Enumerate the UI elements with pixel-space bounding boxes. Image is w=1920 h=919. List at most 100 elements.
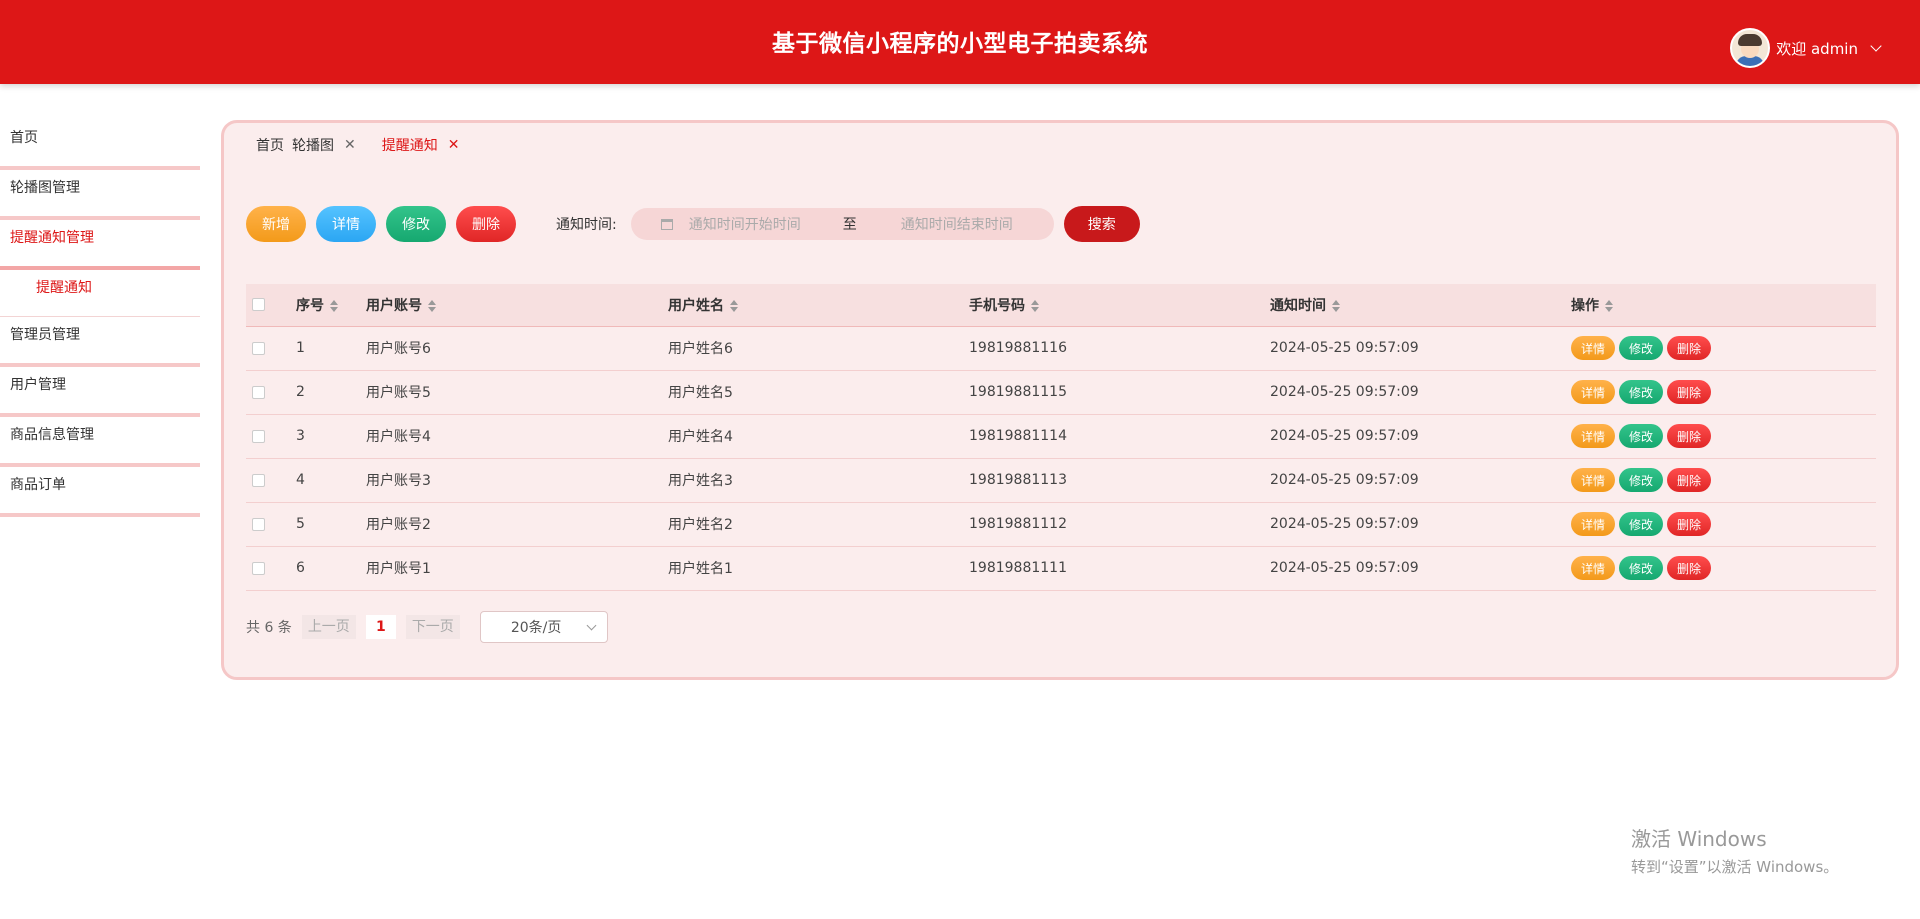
row-delete-button[interactable]: 删除 bbox=[1667, 380, 1711, 404]
cell-account: 用户账号1 bbox=[366, 546, 668, 591]
row-delete-button[interactable]: 删除 bbox=[1667, 556, 1711, 580]
cell-seq: 5 bbox=[296, 502, 366, 547]
detail-button[interactable]: 详情 bbox=[316, 206, 376, 242]
sort-icon[interactable] bbox=[330, 299, 338, 312]
welcome-text[interactable]: 欢迎 admin bbox=[1776, 38, 1858, 59]
cell-time: 2024-05-25 09:57:09 bbox=[1270, 502, 1571, 547]
row-edit-button[interactable]: 修改 bbox=[1619, 512, 1663, 536]
close-icon[interactable]: ✕ bbox=[448, 137, 460, 153]
row-checkbox[interactable] bbox=[252, 385, 265, 399]
cell-ops: 详情 修改 删除 bbox=[1571, 546, 1876, 591]
table-header-row: 序号 用户账号 用户姓名 手机号码 通知时间 操作 bbox=[246, 284, 1876, 327]
col-name[interactable]: 用户姓名 bbox=[668, 284, 969, 327]
table-row: 3 用户账号4 用户姓名4 19819881114 2024-05-25 09:… bbox=[246, 414, 1876, 459]
col-ops[interactable]: 操作 bbox=[1571, 284, 1876, 327]
chevron-down-icon[interactable] bbox=[1870, 40, 1882, 52]
page-number[interactable]: 1 bbox=[365, 615, 396, 639]
row-checkbox[interactable] bbox=[252, 517, 265, 531]
row-edit-button[interactable]: 修改 bbox=[1619, 380, 1663, 404]
start-date-input[interactable]: 通知时间开始时间 bbox=[689, 214, 801, 234]
row-delete-button[interactable]: 删除 bbox=[1667, 424, 1711, 448]
data-table: 序号 用户账号 用户姓名 手机号码 通知时间 操作 1 用户账号6 用户姓名6 … bbox=[246, 284, 1876, 591]
calendar-icon bbox=[660, 218, 673, 230]
table-row: 6 用户账号1 用户姓名1 19819881111 2024-05-25 09:… bbox=[246, 546, 1876, 591]
row-edit-button[interactable]: 修改 bbox=[1619, 556, 1663, 580]
cell-seq: 2 bbox=[296, 370, 366, 415]
tab-carousel[interactable]: 轮播图 ✕ bbox=[292, 135, 356, 155]
sort-icon[interactable] bbox=[1031, 299, 1039, 312]
next-page-button[interactable]: 下一页 bbox=[405, 615, 460, 639]
cell-time: 2024-05-25 09:57:09 bbox=[1270, 370, 1571, 415]
cell-phone: 19819881115 bbox=[969, 370, 1270, 415]
cell-seq: 3 bbox=[296, 414, 366, 459]
search-button[interactable]: 搜索 bbox=[1063, 206, 1140, 242]
cell-account: 用户账号4 bbox=[366, 414, 668, 459]
cell-name: 用户姓名4 bbox=[668, 414, 969, 459]
row-checkbox[interactable] bbox=[252, 341, 265, 355]
tab-home[interactable]: 首页 bbox=[256, 135, 284, 155]
row-delete-button[interactable]: 删除 bbox=[1667, 468, 1711, 492]
sort-icon[interactable] bbox=[730, 299, 738, 312]
delete-button[interactable]: 删除 bbox=[456, 206, 516, 242]
sidebar-item-notification[interactable]: 提醒通知管理 bbox=[0, 220, 200, 270]
row-detail-button[interactable]: 详情 bbox=[1571, 424, 1615, 448]
cell-name: 用户姓名2 bbox=[668, 502, 969, 547]
tab-notification[interactable]: 提醒通知 ✕ bbox=[382, 135, 460, 155]
row-checkbox[interactable] bbox=[252, 429, 265, 443]
sidebar-item-users[interactable]: 用户管理 bbox=[0, 367, 200, 417]
avatar[interactable] bbox=[1730, 28, 1771, 68]
sidebar-item-orders[interactable]: 商品订单 bbox=[0, 467, 200, 517]
row-detail-button[interactable]: 详情 bbox=[1571, 556, 1615, 580]
cell-name: 用户姓名5 bbox=[668, 370, 969, 415]
page-size-select[interactable]: 20条/页 bbox=[479, 611, 608, 643]
row-detail-button[interactable]: 详情 bbox=[1571, 380, 1615, 404]
col-account[interactable]: 用户账号 bbox=[366, 284, 668, 327]
row-delete-button[interactable]: 删除 bbox=[1667, 512, 1711, 536]
sidebar-item-goods[interactable]: 商品信息管理 bbox=[0, 417, 200, 467]
sidebar-subitem-notification[interactable]: 提醒通知 bbox=[0, 270, 200, 317]
sidebar-item-carousel[interactable]: 轮播图管理 bbox=[0, 170, 200, 220]
sidebar-item-admin[interactable]: 管理员管理 bbox=[0, 317, 200, 367]
end-date-input[interactable]: 通知时间结束时间 bbox=[901, 214, 1013, 234]
add-button[interactable]: 新增 bbox=[246, 206, 306, 242]
table-row: 4 用户账号3 用户姓名3 19819881113 2024-05-25 09:… bbox=[246, 458, 1876, 503]
cell-ops: 详情 修改 删除 bbox=[1571, 414, 1876, 459]
row-delete-button[interactable]: 删除 bbox=[1667, 336, 1711, 360]
cell-ops: 详情 修改 删除 bbox=[1571, 502, 1876, 547]
cell-phone: 19819881114 bbox=[969, 414, 1270, 459]
table-row: 2 用户账号5 用户姓名5 19819881115 2024-05-25 09:… bbox=[246, 370, 1876, 415]
sort-icon[interactable] bbox=[1605, 299, 1613, 312]
row-edit-button[interactable]: 修改 bbox=[1619, 468, 1663, 492]
col-time[interactable]: 通知时间 bbox=[1270, 284, 1571, 327]
top-header: 基于微信小程序的小型电子拍卖系统 欢迎 admin bbox=[0, 0, 1920, 84]
cell-name: 用户姓名3 bbox=[668, 458, 969, 503]
row-checkbox[interactable] bbox=[252, 561, 265, 575]
row-edit-button[interactable]: 修改 bbox=[1619, 336, 1663, 360]
cell-account: 用户账号2 bbox=[366, 502, 668, 547]
range-separator: 至 bbox=[842, 217, 857, 233]
select-all-checkbox[interactable] bbox=[252, 298, 265, 312]
cell-ops: 详情 修改 删除 bbox=[1571, 458, 1876, 503]
row-detail-button[interactable]: 详情 bbox=[1571, 336, 1615, 360]
date-range-picker[interactable]: 通知时间开始时间 至 通知时间结束时间 bbox=[630, 208, 1054, 240]
row-edit-button[interactable]: 修改 bbox=[1619, 424, 1663, 448]
row-detail-button[interactable]: 详情 bbox=[1571, 512, 1615, 536]
row-detail-button[interactable]: 详情 bbox=[1571, 468, 1615, 492]
sort-icon[interactable] bbox=[1332, 299, 1340, 312]
col-phone[interactable]: 手机号码 bbox=[969, 284, 1270, 327]
col-seq[interactable]: 序号 bbox=[296, 284, 366, 327]
pagination: 共 6 条 上一页 1 下一页 20条/页 bbox=[246, 611, 608, 643]
chevron-down-icon bbox=[586, 620, 597, 630]
row-checkbox[interactable] bbox=[252, 473, 265, 487]
table-row: 1 用户账号6 用户姓名6 19819881116 2024-05-25 09:… bbox=[246, 326, 1876, 371]
cell-seq: 4 bbox=[296, 458, 366, 503]
filter-label: 通知时间: bbox=[556, 217, 617, 233]
close-icon[interactable]: ✕ bbox=[344, 137, 356, 153]
user-menu[interactable]: 欢迎 admin bbox=[1730, 28, 1882, 68]
sort-icon[interactable] bbox=[428, 299, 436, 312]
edit-button[interactable]: 修改 bbox=[386, 206, 446, 242]
total-count: 共 6 条 bbox=[246, 620, 292, 636]
prev-page-button[interactable]: 上一页 bbox=[301, 615, 356, 639]
cell-phone: 19819881111 bbox=[969, 546, 1270, 591]
sidebar-item-home[interactable]: 首页 bbox=[0, 120, 200, 170]
